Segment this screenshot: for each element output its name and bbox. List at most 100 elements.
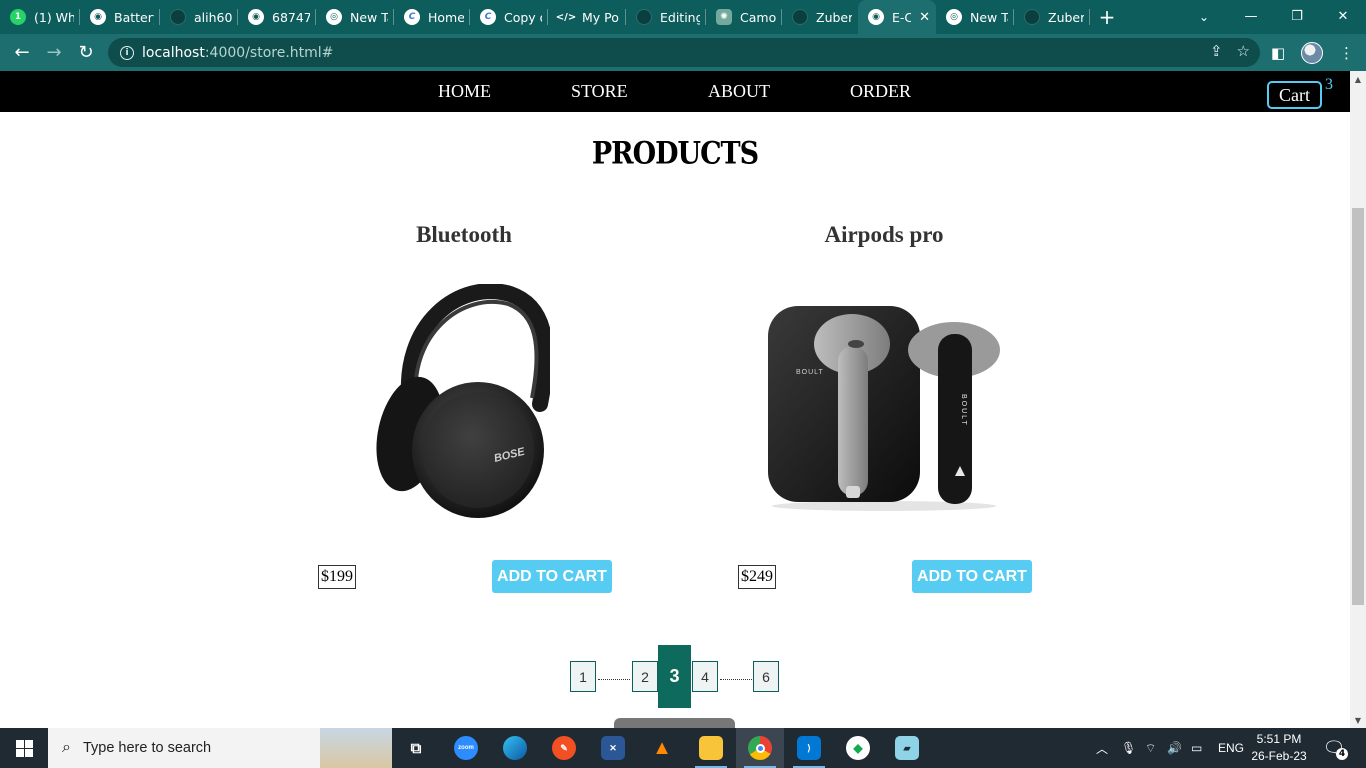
tab-ecommerce-active[interactable]: ◉ E-C ✕ (858, 0, 936, 34)
close-tab-icon[interactable]: ✕ (919, 10, 930, 25)
tab-github-alih[interactable]: alih605 (160, 0, 238, 34)
page-2-button[interactable]: 2 (632, 661, 658, 692)
tab-new-tab-2[interactable]: ◎ New Ta (936, 0, 1014, 34)
notebook-app-icon[interactable]: ▰ (883, 728, 931, 768)
bookmark-star-icon[interactable]: ☆ (1237, 42, 1250, 60)
tab-title: New Ta (350, 9, 388, 25)
tab-canva-copy[interactable]: C Copy o (470, 0, 548, 34)
add-to-cart-button[interactable]: ADD TO CART (492, 560, 612, 593)
language-indicator[interactable]: ENG (1218, 728, 1244, 768)
microphone-icon[interactable]: 🎙 (1121, 728, 1136, 768)
tab-title: Home - (428, 9, 464, 25)
tab-search-chevron-icon[interactable]: ⌄ (1192, 6, 1216, 28)
cart-button[interactable]: Cart (1267, 81, 1322, 109)
pagination-dots (720, 679, 752, 680)
file-explorer-icon[interactable] (687, 728, 735, 768)
nav-home-link[interactable]: HOME (438, 81, 491, 102)
tab-camo[interactable]: ✺ Camo f (706, 0, 782, 34)
tab-title: Editing (660, 9, 700, 25)
page-scrollbar[interactable]: ▲ ▼ (1350, 71, 1366, 728)
notification-center-icon[interactable]: 🗨 4 (1322, 736, 1348, 760)
boult-earbuds-image: BOULT BOULT (768, 306, 1000, 511)
minimize-icon[interactable]: — (1228, 0, 1274, 32)
tab-portfolio[interactable]: </> My Por (548, 0, 626, 34)
svg-text:BOULT: BOULT (960, 394, 967, 427)
tab-editing[interactable]: Editing (626, 0, 706, 34)
ssms-icon[interactable]: ✕ (589, 728, 637, 768)
close-window-icon[interactable]: ✕ (1320, 0, 1366, 32)
page-4-button[interactable]: 4 (692, 661, 718, 692)
page-1-button[interactable]: 1 (570, 661, 596, 692)
tab-new-tab[interactable]: ◎ New Ta (316, 0, 394, 34)
share-icon[interactable]: ⇪ (1210, 42, 1223, 60)
forward-arrow-icon[interactable]: → (38, 37, 70, 69)
new-tab-plus-icon[interactable]: + (1090, 0, 1124, 34)
address-bar[interactable]: i localhost:4000/store.html# ⇪ ☆ (108, 38, 1260, 67)
mongodb-compass-icon[interactable]: ◆ (834, 728, 882, 768)
reload-icon[interactable]: ↻ (70, 37, 102, 69)
browser-toolbar: ← → ↻ i localhost:4000/store.html# ⇪ ☆ (0, 34, 1366, 71)
nav-about-link[interactable]: ABOUT (708, 81, 770, 102)
chrome-icon[interactable] (736, 728, 784, 768)
edge-icon[interactable] (491, 728, 539, 768)
page-3-button-active[interactable]: 3 (658, 645, 691, 708)
tab-title: (1) Wha (34, 9, 74, 25)
show-hidden-icons-chevron[interactable]: ︿ (1096, 728, 1108, 768)
tab-zuber-2[interactable]: Zuber8 (1014, 0, 1090, 34)
network-icon[interactable]: ⌔ (1145, 728, 1156, 768)
vscode-icon[interactable]: ⟩ (785, 728, 833, 768)
tab-title: 687474 (272, 9, 310, 25)
taskbar-clock[interactable]: 5:51 PM 26-Feb-23 (1248, 731, 1310, 765)
nav-store-link[interactable]: STORE (571, 81, 628, 102)
chrome-icon: ◎ (326, 9, 342, 25)
windows-taskbar: ⌕ Type here to search ⧉ zoom ✎ ✕ ▲ ⟩ ◆ ▰… (0, 728, 1366, 768)
volume-icon[interactable]: 🔊 (1167, 728, 1182, 768)
orange-app-icon[interactable]: ✎ (540, 728, 588, 768)
product-card: Airpods pro BOULT BOULT $249 ADD TO CART (724, 112, 1044, 612)
tab-title: Zuber8 (816, 9, 852, 25)
tab-title: Battery (114, 9, 154, 25)
tab-battery[interactable]: ◉ Battery (80, 0, 160, 34)
restore-icon[interactable]: ❐ (1274, 0, 1320, 32)
browser-tab-strip: 1 (1) Wha ◉ Battery alih605 ◉ 687474 ◎ N… (0, 0, 1366, 34)
side-panel-icon[interactable]: ◧ (1271, 34, 1285, 71)
tab-zuber-1[interactable]: Zuber8 (782, 0, 858, 34)
pagination-dots (598, 679, 630, 680)
nav-order-link[interactable]: ORDER (850, 81, 911, 102)
start-button[interactable] (0, 728, 48, 768)
product-name: Airpods pro (824, 222, 944, 247)
menu-kebab-icon[interactable]: ⋮ (1339, 34, 1354, 71)
page-6-button[interactable]: 6 (753, 661, 779, 692)
url-host: localhost (142, 44, 205, 61)
scrollbar-thumb[interactable] (1352, 208, 1364, 605)
page-title: PRODUCTS (591, 135, 759, 172)
search-highlight-image (320, 728, 392, 768)
add-to-cart-button[interactable]: ADD TO CART (912, 560, 1032, 593)
cart-count-badge: 3 (1325, 76, 1333, 93)
github-icon (170, 9, 186, 25)
tab-title: My Por (582, 9, 620, 25)
vlc-icon[interactable]: ▲ (638, 728, 686, 768)
search-icon: ⌕ (62, 739, 71, 756)
scroll-up-icon[interactable]: ▲ (1350, 71, 1366, 87)
product-price: $249 (738, 565, 776, 589)
tab-687474[interactable]: ◉ 687474 (238, 0, 316, 34)
profile-avatar[interactable] (1301, 34, 1323, 71)
tab-canva-home[interactable]: C Home - (394, 0, 470, 34)
scroll-down-icon[interactable]: ▼ (1350, 712, 1366, 728)
product-card: Bluetooth BOSE $199 ADD TO CART (304, 112, 624, 612)
code-icon: </> (555, 11, 577, 23)
search-placeholder: Type here to search (82, 740, 212, 756)
taskbar-search-box[interactable]: ⌕ Type here to search (48, 728, 392, 768)
product-name: Bluetooth (416, 222, 512, 247)
site-info-icon[interactable]: i (120, 45, 134, 60)
tab-title: New Ta (970, 9, 1008, 25)
github-icon (1024, 9, 1040, 25)
site-navbar: HOME STORE ABOUT ORDER Cart 3 (0, 71, 1350, 112)
github-icon (636, 9, 652, 25)
zoom-icon[interactable]: zoom (442, 728, 490, 768)
back-arrow-icon[interactable]: ← (6, 37, 38, 69)
task-view-icon[interactable]: ⧉ (392, 728, 440, 768)
battery-icon[interactable]: ▭ (1191, 728, 1202, 768)
tab-whatsapp[interactable]: 1 (1) Wha (0, 0, 80, 34)
